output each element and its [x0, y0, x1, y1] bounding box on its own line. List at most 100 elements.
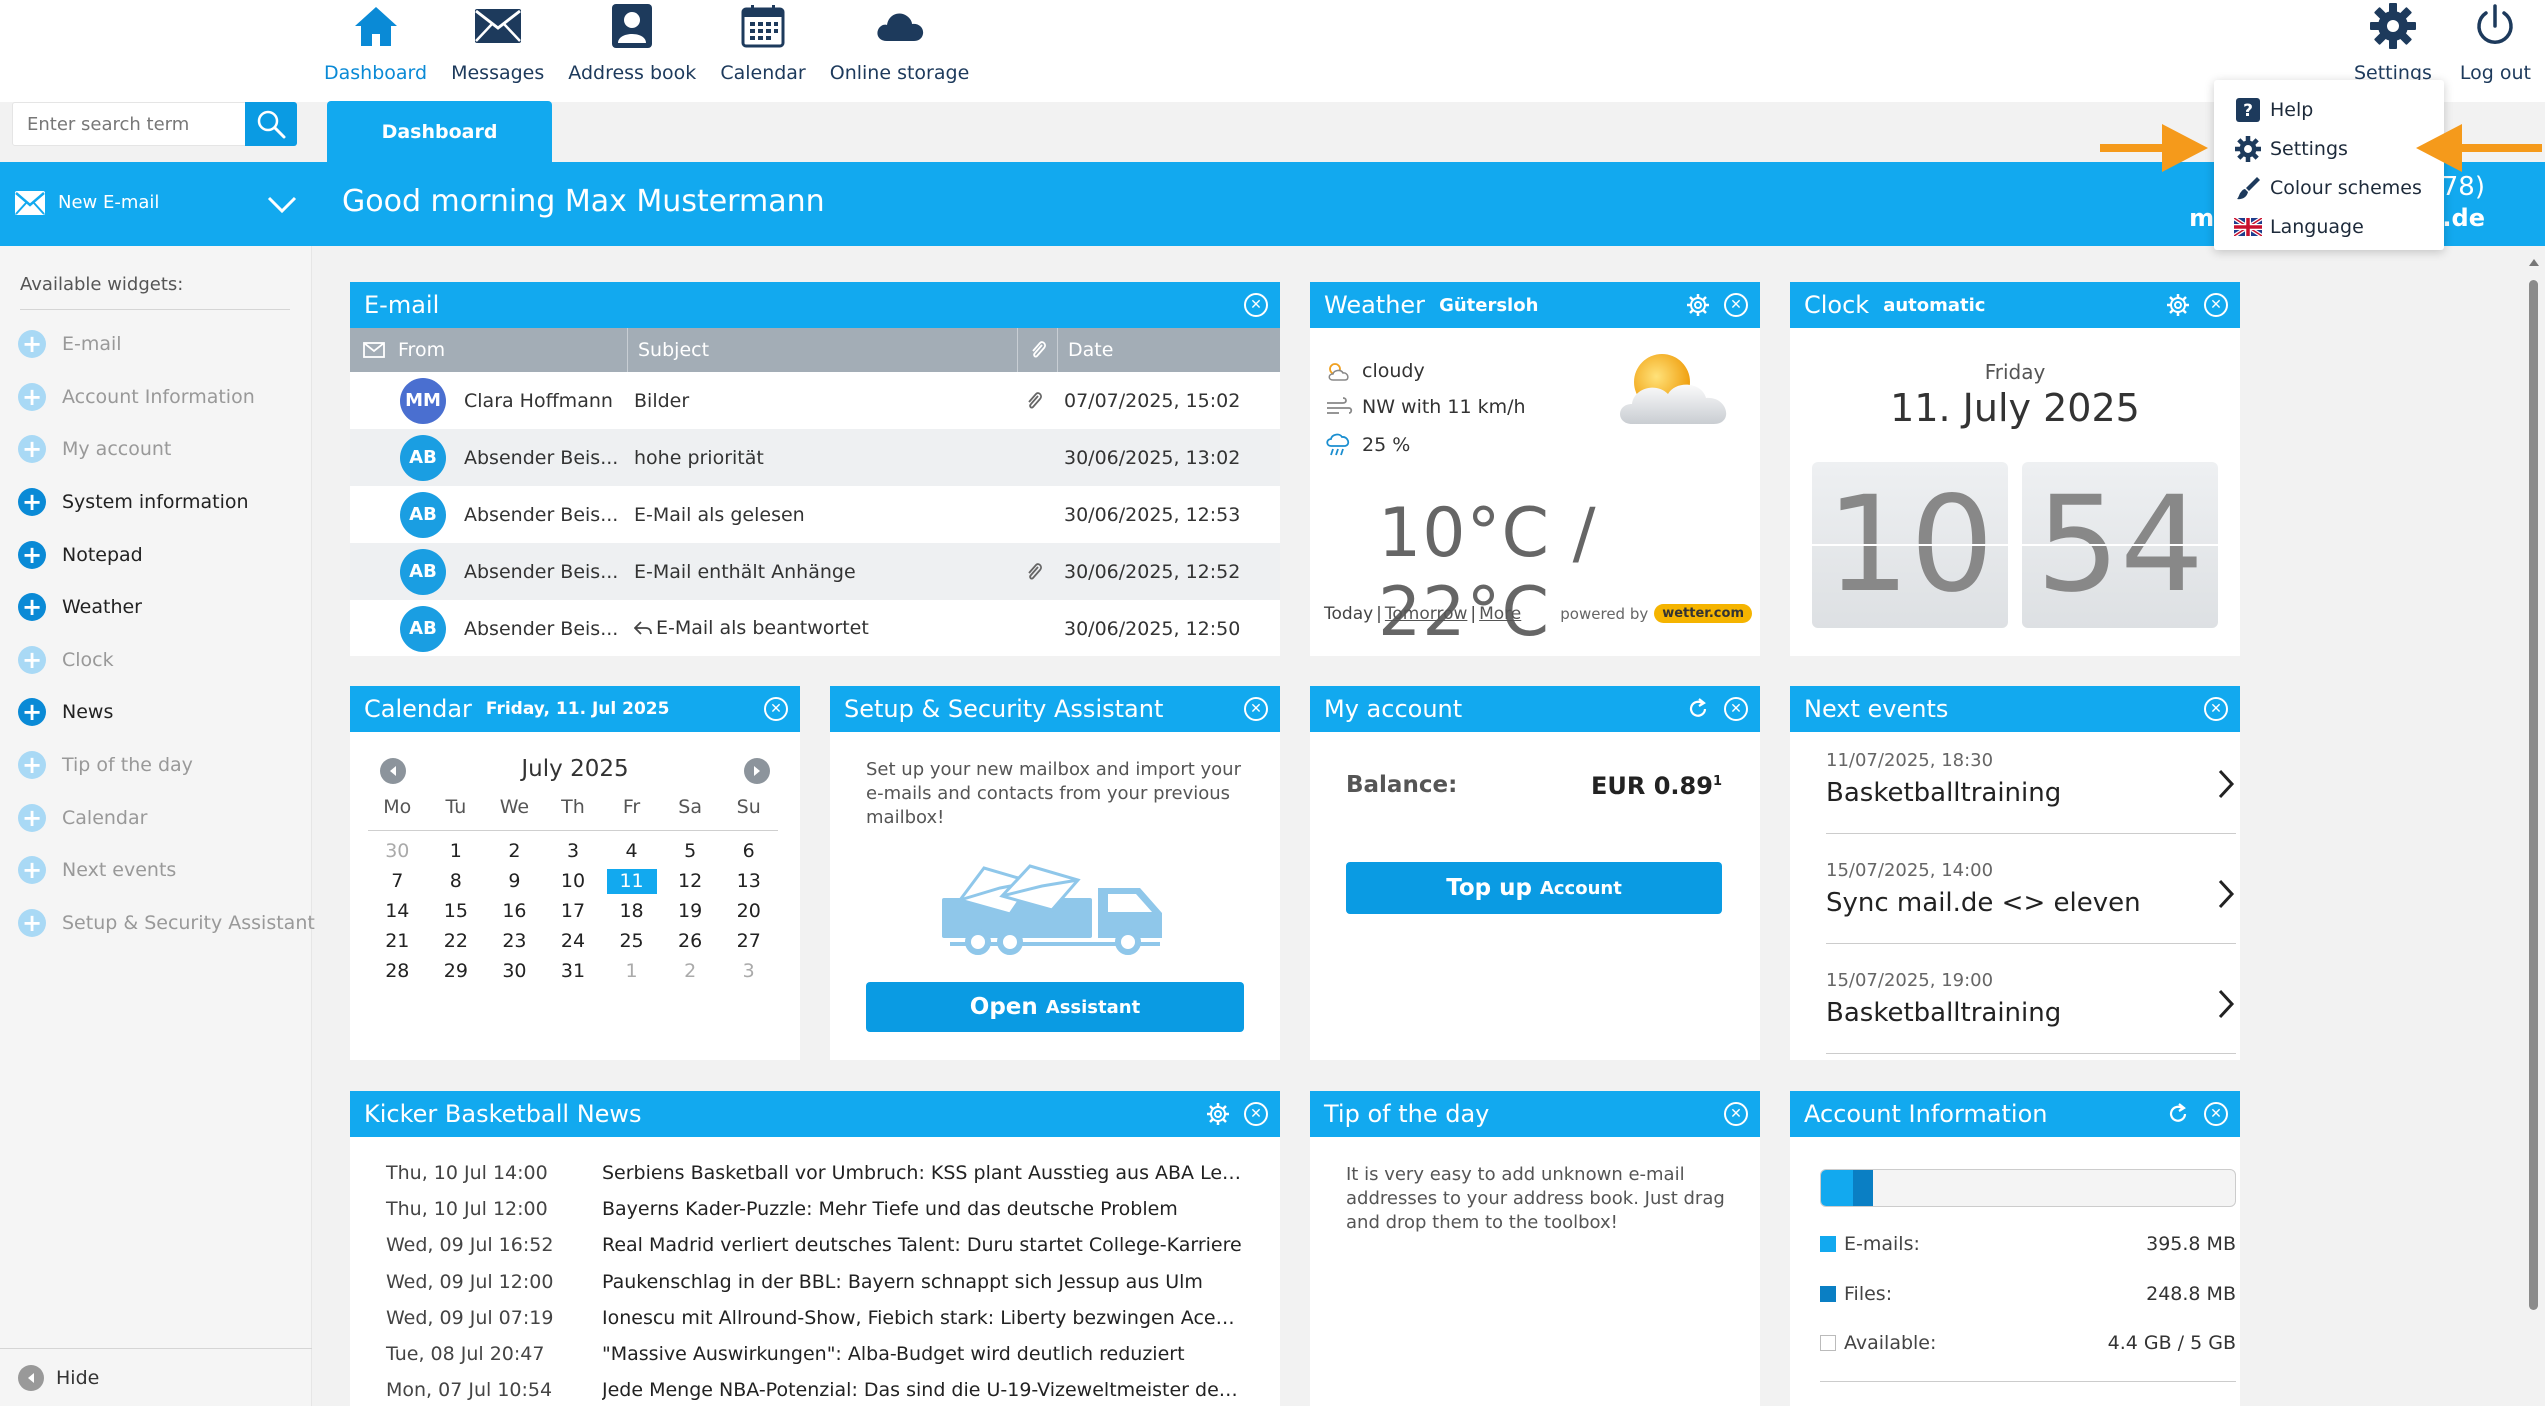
- sidebar-widget-item[interactable]: + My account: [18, 423, 308, 476]
- calendar-day[interactable]: 2: [661, 959, 720, 984]
- close-icon[interactable]: ✕: [1244, 293, 1268, 317]
- calendar-day[interactable]: 2: [485, 839, 544, 864]
- gear-icon[interactable]: [1686, 293, 1710, 317]
- news-item[interactable]: Mon, 07 Jul 10:54 Jede Menge NBA-Potenzia…: [386, 1372, 1242, 1406]
- calendar-day[interactable]: 13: [719, 869, 778, 894]
- calendar-day[interactable]: 30: [485, 959, 544, 984]
- calendar-day[interactable]: 31: [544, 959, 603, 984]
- nav-settings[interactable]: Settings: [2340, 0, 2446, 90]
- close-icon[interactable]: ✕: [764, 697, 788, 721]
- email-row[interactable]: AB Absender Beis... E-Mail als gelesen 30/0…: [350, 486, 1280, 543]
- calendar-day[interactable]: 18: [602, 899, 661, 924]
- news-item[interactable]: Tue, 08 Jul 20:47 "Massive Auswirkungen":…: [386, 1336, 1242, 1372]
- calendar-day[interactable]: 26: [661, 929, 720, 954]
- news-item[interactable]: Wed, 09 Jul 12:00 Paukenschlag in der BBL…: [386, 1264, 1242, 1300]
- calendar-day[interactable]: 15: [427, 899, 486, 924]
- menu-item-help[interactable]: ? Help: [2214, 90, 2444, 129]
- calendar-day[interactable]: 29: [427, 959, 486, 984]
- gear-icon[interactable]: [1206, 1102, 1230, 1126]
- open-assistant-button[interactable]: Open Assistant: [866, 982, 1244, 1032]
- menu-item-language[interactable]: Language: [2214, 207, 2444, 246]
- sidebar-widget-item[interactable]: + Tip of the day: [18, 739, 308, 792]
- nav-logout[interactable]: Log out: [2446, 0, 2545, 90]
- news-item[interactable]: Thu, 10 Jul 12:00 Bayerns Kader-Puzzle: M…: [386, 1191, 1242, 1227]
- sidebar-widget-item[interactable]: + E-mail: [18, 318, 308, 371]
- top-up-account-button[interactable]: Top up Account: [1346, 862, 1722, 914]
- calendar-day[interactable]: 4: [602, 839, 661, 864]
- calendar-day[interactable]: 3: [544, 839, 603, 864]
- weather-tomorrow-link[interactable]: Tomorrow: [1385, 604, 1467, 624]
- sidebar-widget-item[interactable]: + Weather: [18, 581, 308, 634]
- email-row[interactable]: MM Clara Hoffmann Bilder 07/07/2025, 15:02: [350, 372, 1280, 429]
- gear-icon[interactable]: [2166, 293, 2190, 317]
- close-icon[interactable]: ✕: [1244, 1102, 1268, 1126]
- sidebar-widget-item[interactable]: + Calendar: [18, 791, 308, 844]
- next-month-button[interactable]: [744, 758, 770, 784]
- calendar-day[interactable]: 21: [368, 929, 427, 954]
- column-from[interactable]: From: [398, 328, 628, 372]
- search-input[interactable]: [13, 103, 245, 145]
- nav-calendar[interactable]: Calendar: [708, 0, 817, 90]
- search-button[interactable]: [245, 102, 297, 146]
- close-icon[interactable]: ✕: [1724, 1102, 1748, 1126]
- calendar-day[interactable]: 19: [661, 899, 720, 924]
- calendar-day[interactable]: 27: [719, 929, 778, 954]
- tab-dashboard[interactable]: Dashboard: [327, 101, 552, 163]
- calendar-day[interactable]: 16: [485, 899, 544, 924]
- calendar-day[interactable]: 1: [602, 959, 661, 984]
- calendar-day[interactable]: 14: [368, 899, 427, 924]
- close-icon[interactable]: ✕: [2204, 293, 2228, 317]
- column-subject[interactable]: Subject: [628, 328, 1018, 372]
- calendar-day[interactable]: 24: [544, 929, 603, 954]
- news-item[interactable]: Wed, 09 Jul 07:19 Ionescu mit Allround-Sh…: [386, 1300, 1242, 1336]
- calendar-day[interactable]: 20: [719, 899, 778, 924]
- calendar-day[interactable]: 8: [427, 869, 486, 894]
- event-item[interactable]: 15/07/2025, 19:00 Basketballtraining: [1826, 952, 2236, 1054]
- nav-online-storage[interactable]: Online storage: [818, 0, 982, 90]
- nav-address-book[interactable]: Address book: [556, 0, 708, 90]
- sidebar-widget-item[interactable]: + Clock: [18, 634, 308, 687]
- refresh-icon[interactable]: [2166, 1102, 2190, 1126]
- close-icon[interactable]: ✕: [1724, 697, 1748, 721]
- email-row[interactable]: AB Absender Beis... E-Mail als beantwortet…: [350, 600, 1280, 657]
- calendar-day[interactable]: 22: [427, 929, 486, 954]
- close-icon[interactable]: ✕: [1244, 697, 1268, 721]
- calendar-day-today[interactable]: 11: [606, 869, 657, 894]
- event-item[interactable]: 15/07/2025, 14:00 Sync mail.de <> eleven: [1826, 842, 2236, 944]
- news-item[interactable]: Wed, 09 Jul 16:52 Real Madrid verliert de…: [386, 1227, 1242, 1263]
- hide-sidebar-button[interactable]: Hide: [0, 1348, 312, 1406]
- calendar-day[interactable]: 6: [719, 839, 778, 864]
- news-item[interactable]: Thu, 10 Jul 14:00 Serbiens Basketball vor…: [386, 1155, 1242, 1191]
- page-scrollbar[interactable]: [2527, 256, 2539, 1406]
- new-email-button[interactable]: New E-mail: [0, 162, 312, 246]
- menu-item-settings[interactable]: Settings: [2214, 129, 2444, 168]
- column-date[interactable]: Date: [1058, 339, 1113, 361]
- weather-more-link[interactable]: More: [1479, 604, 1521, 624]
- calendar-day[interactable]: 25: [602, 929, 661, 954]
- sidebar-widget-item[interactable]: + Setup & Security Assistant: [18, 897, 315, 950]
- close-icon[interactable]: ✕: [1724, 293, 1748, 317]
- sidebar-widget-item[interactable]: + Next events: [18, 844, 308, 897]
- scrollbar-thumb[interactable]: [2529, 280, 2538, 1310]
- calendar-day[interactable]: 23: [485, 929, 544, 954]
- calendar-day[interactable]: 30: [368, 839, 427, 864]
- email-row[interactable]: AB Absender Beis... E-Mail enthält Anhänge…: [350, 543, 1280, 600]
- nav-dashboard[interactable]: Dashboard: [312, 0, 439, 90]
- nav-messages[interactable]: Messages: [439, 0, 556, 90]
- email-row[interactable]: AB Absender Beis... hohe priorität 30/06/20…: [350, 429, 1280, 486]
- sidebar-widget-item[interactable]: + Notepad: [18, 528, 308, 581]
- calendar-day[interactable]: 10: [544, 869, 603, 894]
- calendar-day[interactable]: 5: [661, 839, 720, 864]
- chevron-down-icon[interactable]: [266, 188, 298, 220]
- sidebar-widget-item[interactable]: + System information: [18, 476, 308, 529]
- sidebar-widget-item[interactable]: + Account Information: [18, 371, 308, 424]
- event-item[interactable]: 11/07/2025, 18:30 Basketballtraining: [1826, 732, 2236, 834]
- close-icon[interactable]: ✕: [2204, 697, 2228, 721]
- weather-today[interactable]: Today: [1324, 604, 1373, 624]
- menu-item-colour-schemes[interactable]: Colour schemes: [2214, 168, 2444, 207]
- calendar-day[interactable]: 1: [427, 839, 486, 864]
- calendar-day[interactable]: 3: [719, 959, 778, 984]
- calendar-day[interactable]: 17: [544, 899, 603, 924]
- wetter-logo[interactable]: wetter.com: [1654, 604, 1752, 623]
- scroll-up-icon[interactable]: [2528, 256, 2540, 268]
